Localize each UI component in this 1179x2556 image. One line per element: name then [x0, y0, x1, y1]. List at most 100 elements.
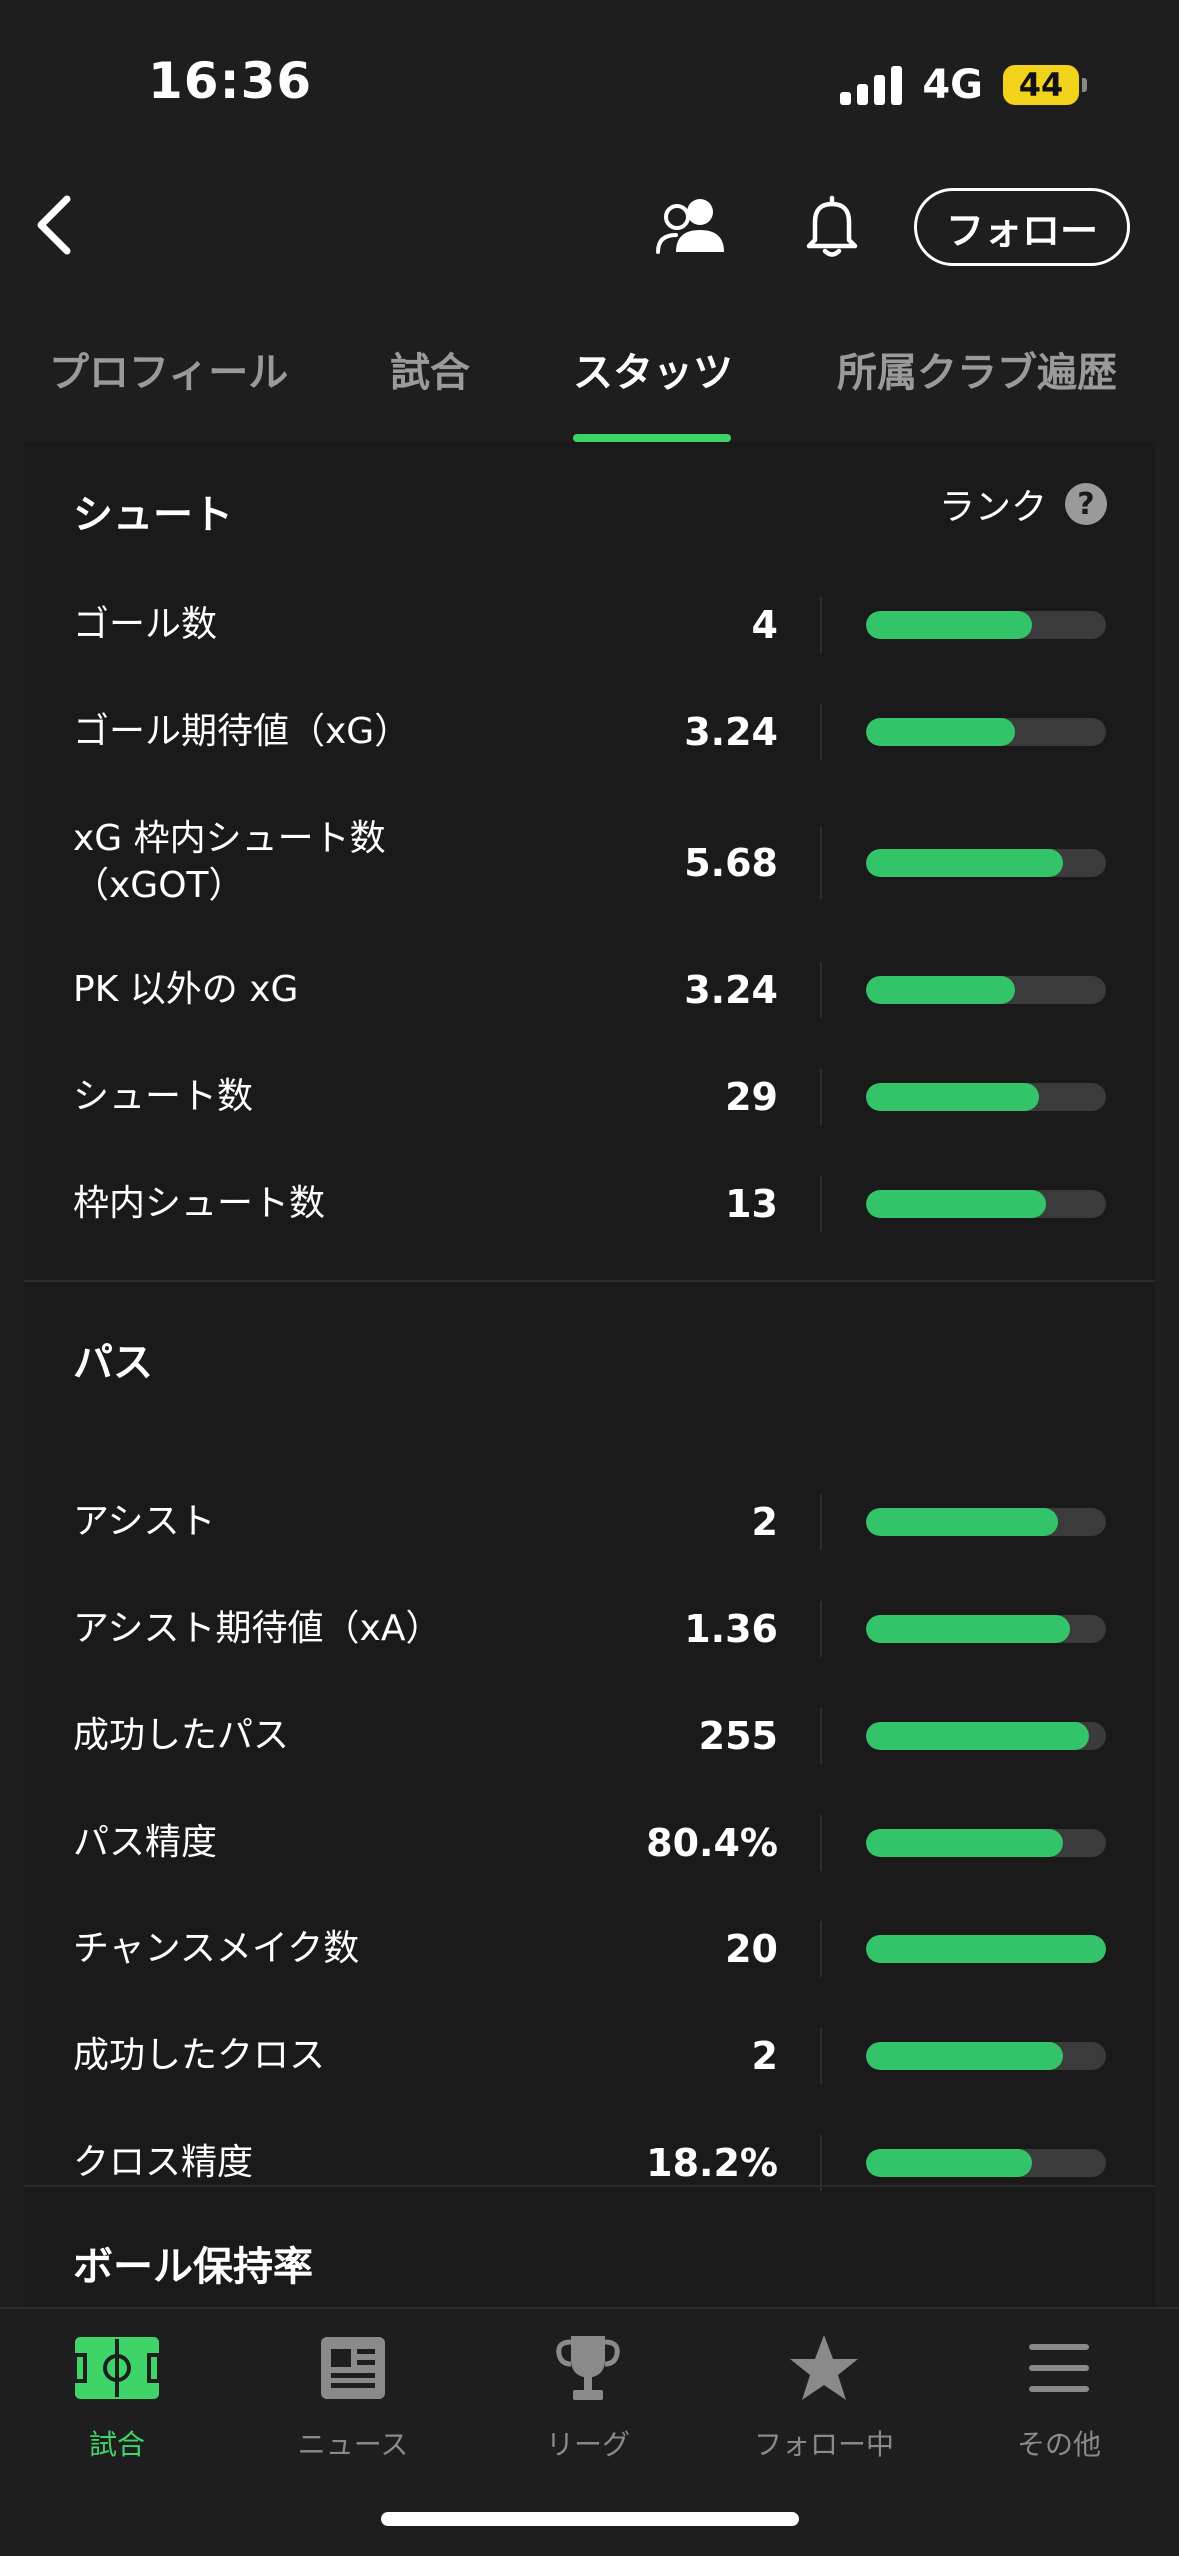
rank-bar-track	[866, 1829, 1106, 1857]
rank-bar-track	[866, 2149, 1106, 2177]
row-divider	[820, 1069, 822, 1125]
stat-row: パス精度 80.4%	[24, 1793, 1155, 1893]
rank-bar-fill	[866, 849, 1063, 877]
star-icon	[779, 2329, 869, 2407]
stat-row: ゴール期待値（xG） 3.24	[24, 682, 1155, 782]
chevron-left-icon	[37, 195, 71, 255]
rank-bar-track	[866, 1935, 1106, 1963]
stat-row: PK 以外の xG 3.24	[24, 940, 1155, 1040]
signal-icon	[840, 65, 903, 105]
row-divider	[820, 704, 822, 760]
rank-bar-track	[866, 1615, 1106, 1643]
nav-leagues[interactable]: リーグ	[488, 2329, 688, 2469]
stat-value: 18.2%	[646, 2141, 778, 2185]
row-divider	[820, 2135, 822, 2191]
row-divider	[820, 2028, 822, 2084]
stat-row: xG 枠内シュート数 （xGOT） 5.68	[24, 798, 1155, 928]
notification-button[interactable]	[795, 190, 869, 264]
rank-bar-track	[866, 2042, 1106, 2070]
stat-value: 3.24	[684, 968, 778, 1012]
row-divider	[820, 1708, 822, 1764]
section-divider	[24, 1280, 1155, 1282]
tab-bar: プロフィール 試合 スタッツ 所属クラブ遍歴	[0, 330, 1179, 442]
stat-row: 成功したクロス 2	[24, 2006, 1155, 2106]
top-bar: 16:36 4G 44 フォロー プロフィール 試合 スタッツ 所属クラブ遍歴	[0, 0, 1179, 442]
stat-value: 20	[725, 1927, 778, 1971]
rank-bar-track	[866, 976, 1106, 1004]
stat-label: 枠内シュート数	[73, 1182, 326, 1224]
bell-icon	[806, 195, 858, 257]
section-divider	[24, 2185, 1155, 2187]
rank-header: ランク ?	[939, 478, 1107, 530]
row-divider	[820, 826, 822, 900]
stat-label: ゴール期待値（xG）	[73, 710, 411, 752]
rank-bar-track	[866, 849, 1106, 877]
rank-bar-fill	[866, 718, 1015, 746]
status-time: 16:36	[148, 52, 313, 110]
nav-following[interactable]: フォロー中	[724, 2329, 924, 2469]
nav-label: リーグ	[545, 2428, 630, 2461]
nav-matches[interactable]: 試合	[17, 2329, 217, 2469]
rank-label: ランク	[938, 487, 1047, 528]
section-title-pass: パス	[73, 1340, 153, 1386]
stat-row: 成功したパス 255	[24, 1686, 1155, 1786]
newspaper-icon	[308, 2329, 398, 2407]
rank-bar-track	[866, 611, 1106, 639]
tab-career[interactable]: 所属クラブ遍歴	[837, 340, 1117, 452]
network-type: 4G	[922, 62, 983, 108]
stat-row: 枠内シュート数 13	[24, 1154, 1155, 1254]
rank-bar-fill	[866, 1508, 1058, 1536]
compare-players-button[interactable]	[650, 190, 734, 264]
tab-matches[interactable]: 試合	[390, 340, 470, 452]
stat-label: アシスト期待値（xA）	[73, 1607, 442, 1649]
back-button[interactable]	[18, 190, 88, 260]
stat-label: パス精度	[73, 1821, 218, 1863]
stat-label: アシスト	[73, 1500, 216, 1542]
stat-value: 80.4%	[646, 1821, 778, 1865]
stat-row: アシスト期待値（xA） 1.36	[24, 1579, 1155, 1679]
rank-bar-track	[866, 1083, 1106, 1111]
status-indicators: 4G 44	[840, 62, 1087, 108]
stat-value: 2	[751, 2034, 778, 2078]
row-divider	[820, 1601, 822, 1657]
rank-bar-track	[866, 718, 1106, 746]
row-divider	[820, 1815, 822, 1871]
stat-row: ゴール数 4	[24, 575, 1155, 675]
tab-profile[interactable]: プロフィール	[49, 340, 288, 452]
rank-bar-fill	[866, 1722, 1090, 1750]
trophy-icon	[543, 2329, 633, 2407]
rank-bar-fill	[866, 1935, 1106, 1963]
help-icon[interactable]: ?	[1065, 483, 1107, 525]
stat-label: PK 以外の xG	[73, 968, 299, 1010]
row-divider	[820, 1921, 822, 1977]
rank-bar-fill	[866, 976, 1015, 1004]
home-indicator	[381, 2512, 799, 2526]
nav-label: フォロー中	[753, 2428, 894, 2461]
nav-label: その他	[1016, 2428, 1101, 2461]
stat-label: 成功したクロス	[73, 2034, 326, 2076]
stat-value: 1.36	[684, 1607, 778, 1651]
stat-value: 2	[751, 1500, 778, 1544]
nav-more[interactable]: その他	[959, 2329, 1159, 2469]
nav-news[interactable]: ニュース	[253, 2329, 453, 2469]
stat-value: 5.68	[684, 841, 778, 885]
stat-value: 4	[751, 603, 778, 647]
rank-bar-fill	[866, 611, 1032, 639]
row-divider	[820, 597, 822, 653]
active-tab-indicator	[573, 434, 731, 442]
section-title-possession: ボール保持率	[73, 2244, 313, 2290]
stats-card: シュート ランク ? ゴール数 4 ゴール期待値（xG） 3.24 xG 枠内シュート数…	[24, 442, 1155, 2307]
stat-value: 255	[698, 1714, 778, 1758]
rank-bar-fill	[866, 1083, 1039, 1111]
row-divider	[820, 1494, 822, 1550]
rank-bar-track	[866, 1508, 1106, 1536]
stat-value: 29	[725, 1075, 778, 1119]
stat-label: ゴール数	[73, 603, 218, 645]
rank-bar-track	[866, 1722, 1106, 1750]
nav-label: ニュース	[297, 2428, 409, 2461]
section-title-shoot: シュート	[73, 492, 233, 538]
rank-bar-fill	[866, 1615, 1070, 1643]
follow-button[interactable]: フォロー	[914, 188, 1130, 266]
nav-label: 試合	[88, 2428, 145, 2461]
stat-label: シュート数	[73, 1075, 254, 1117]
